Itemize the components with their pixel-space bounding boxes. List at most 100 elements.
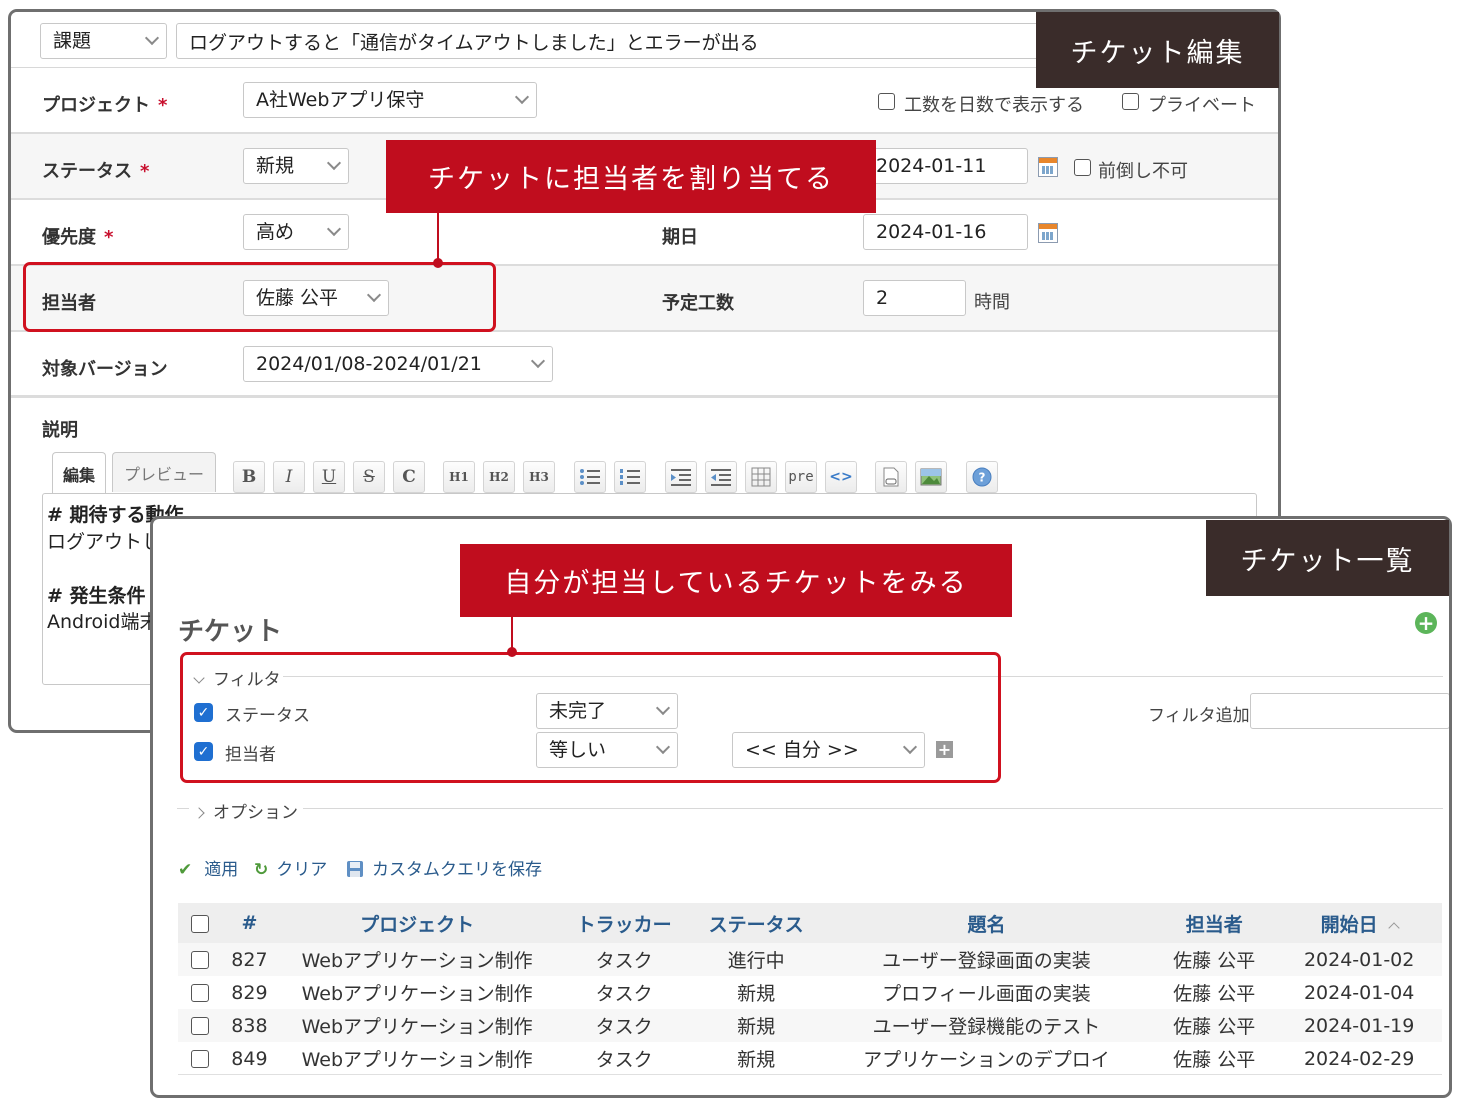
row-select-cell: [178, 1009, 222, 1042]
apply-link[interactable]: ✔ 適用: [178, 855, 238, 880]
image-button[interactable]: [915, 461, 947, 493]
code-highlight-button[interactable]: <>: [825, 461, 857, 493]
priority-value: 高め: [256, 220, 295, 243]
row-checkbox[interactable]: [190, 984, 209, 1002]
page-link-icon: [883, 467, 899, 487]
table-row[interactable]: 827 Webアプリケーション制作 タスク 進行中 ユーザー登録画面の実装 佐藤…: [178, 943, 1442, 976]
due-date-input[interactable]: 2024-01-16: [863, 214, 1028, 250]
row-select-cell: [178, 1042, 222, 1075]
column-header-assignee[interactable]: 担当者: [1152, 903, 1277, 943]
tab-edit[interactable]: 編集: [52, 452, 106, 494]
row-checkbox[interactable]: [190, 951, 209, 969]
bold-button[interactable]: B: [233, 461, 265, 493]
subject-link[interactable]: アプリケーションのデプロイ: [820, 1042, 1153, 1075]
table-bottom-border: [178, 1074, 1442, 1075]
tracker-value: 課題: [53, 29, 92, 52]
column-header-start-date[interactable]: 開始日: [1276, 903, 1442, 943]
tracker-select[interactable]: 課題: [40, 23, 167, 59]
fieldset-border: [177, 808, 189, 809]
indent-button[interactable]: [665, 461, 697, 493]
table-button[interactable]: [745, 461, 777, 493]
project-link[interactable]: Webアプリケーション制作: [277, 943, 557, 976]
column-header-id[interactable]: #: [221, 903, 278, 943]
column-header-project[interactable]: プロジェクト: [277, 903, 557, 943]
callout-dot: [433, 258, 443, 268]
version-value: 2024/01/08-2024/01/21: [256, 352, 482, 375]
assignee-link[interactable]: 佐藤 公平: [1152, 976, 1277, 1009]
outdent-icon: [711, 469, 731, 486]
tab-preview[interactable]: プレビュー: [112, 452, 216, 492]
row-select-cell: [178, 943, 222, 976]
edit-section-label: チケット編集: [1036, 12, 1279, 88]
start-date-cell: 2024-01-19: [1276, 1009, 1442, 1042]
heading3-button[interactable]: H3: [523, 461, 555, 493]
options-toggle[interactable]: オプション: [193, 798, 298, 823]
version-select[interactable]: 2024/01/08-2024/01/21: [243, 346, 553, 382]
add-filter-label: フィルタ追加: [1148, 706, 1250, 726]
subject-link[interactable]: プロフィール画面の実装: [820, 976, 1153, 1009]
status-cell: 進行中: [691, 943, 821, 976]
help-button[interactable]: ?: [966, 461, 998, 493]
due-date-value: 2024-01-16: [876, 221, 987, 243]
table-row[interactable]: 829 Webアプリケーション制作 タスク 新規 プロフィール画面の実装 佐藤 …: [178, 976, 1442, 1009]
tracker-cell: タスク: [556, 1009, 692, 1042]
add-issue-icon[interactable]: +: [1415, 612, 1437, 634]
svg-text:?: ?: [979, 471, 986, 485]
estimate-value: 2: [876, 287, 889, 309]
private-checkbox[interactable]: [1122, 93, 1139, 110]
version-row: 対象バージョン 2024/01/08-2024/01/21: [11, 332, 1278, 398]
bullet-list-button[interactable]: [574, 461, 606, 493]
assignee-link[interactable]: 佐藤 公平: [1152, 1009, 1277, 1042]
priority-select[interactable]: 高め: [243, 214, 349, 250]
heading1-button[interactable]: H1: [443, 461, 475, 493]
issue-id-link[interactable]: 827: [221, 943, 278, 976]
project-link[interactable]: Webアプリケーション制作: [277, 976, 557, 1009]
preformatted-button[interactable]: pre: [785, 461, 817, 493]
select-all-checkbox[interactable]: [190, 914, 209, 933]
row-checkbox[interactable]: [190, 1017, 209, 1035]
issue-id-link[interactable]: 838: [221, 1009, 278, 1042]
clear-link[interactable]: ↻ クリア: [254, 855, 327, 880]
column-header-subject[interactable]: 題名: [820, 903, 1153, 943]
issue-id-link[interactable]: 849: [221, 1042, 278, 1075]
start-date-cell: 2024-01-02: [1276, 943, 1442, 976]
assign-callout: チケットに担当者を割り当てる: [386, 140, 876, 213]
column-header-status[interactable]: ステータス: [691, 903, 821, 943]
heading2-button[interactable]: H2: [483, 461, 515, 493]
calendar-icon[interactable]: [1038, 223, 1058, 243]
italic-button[interactable]: I: [273, 461, 305, 493]
table-row[interactable]: 849 Webアプリケーション制作 タスク 新規 アプリケーションのデプロイ 佐…: [178, 1042, 1442, 1075]
page-title: チケット: [178, 617, 283, 647]
project-link[interactable]: Webアプリケーション制作: [277, 1042, 557, 1075]
workdays-label: 工数を日数で表示する: [904, 95, 1084, 116]
table-row[interactable]: 838 Webアプリケーション制作 タスク 新規 ユーザー登録機能のテスト 佐藤…: [178, 1009, 1442, 1042]
save-query-link[interactable]: カスタムクエリを保存: [346, 855, 542, 880]
issue-id-link[interactable]: 829: [221, 976, 278, 1009]
list-section-label: チケット一覧: [1206, 520, 1449, 596]
calendar-icon[interactable]: [1038, 157, 1058, 177]
tracker-cell: タスク: [556, 976, 692, 1009]
status-select[interactable]: 新規: [243, 148, 349, 184]
inline-code-button[interactable]: C: [393, 461, 425, 493]
start-date-value: 2024-01-11: [876, 155, 987, 177]
project-select[interactable]: A社Webアプリ保守: [243, 82, 537, 118]
estimate-input[interactable]: 2: [863, 280, 966, 316]
strike-button[interactable]: S: [353, 461, 385, 493]
row-checkbox[interactable]: [190, 1050, 209, 1068]
chevron-right-icon: [193, 807, 205, 819]
column-header-tracker[interactable]: トラッカー: [556, 903, 692, 943]
outdent-button[interactable]: [705, 461, 737, 493]
project-link[interactable]: Webアプリケーション制作: [277, 1009, 557, 1042]
underline-button[interactable]: U: [313, 461, 345, 493]
assignee-link[interactable]: 佐藤 公平: [1152, 1042, 1277, 1075]
start-date-input[interactable]: 2024-01-11: [863, 148, 1028, 184]
subject-link[interactable]: ユーザー登録画面の実装: [820, 943, 1153, 976]
numbered-list-button[interactable]: [614, 461, 646, 493]
callout-connector: [437, 212, 439, 263]
workdays-checkbox[interactable]: [878, 93, 895, 110]
subject-link[interactable]: ユーザー登録機能のテスト: [820, 1009, 1153, 1042]
add-filter-select[interactable]: [1250, 693, 1449, 729]
no-earlier-checkbox[interactable]: [1074, 159, 1091, 176]
link-button[interactable]: [875, 461, 907, 493]
assignee-link[interactable]: 佐藤 公平: [1152, 943, 1277, 976]
